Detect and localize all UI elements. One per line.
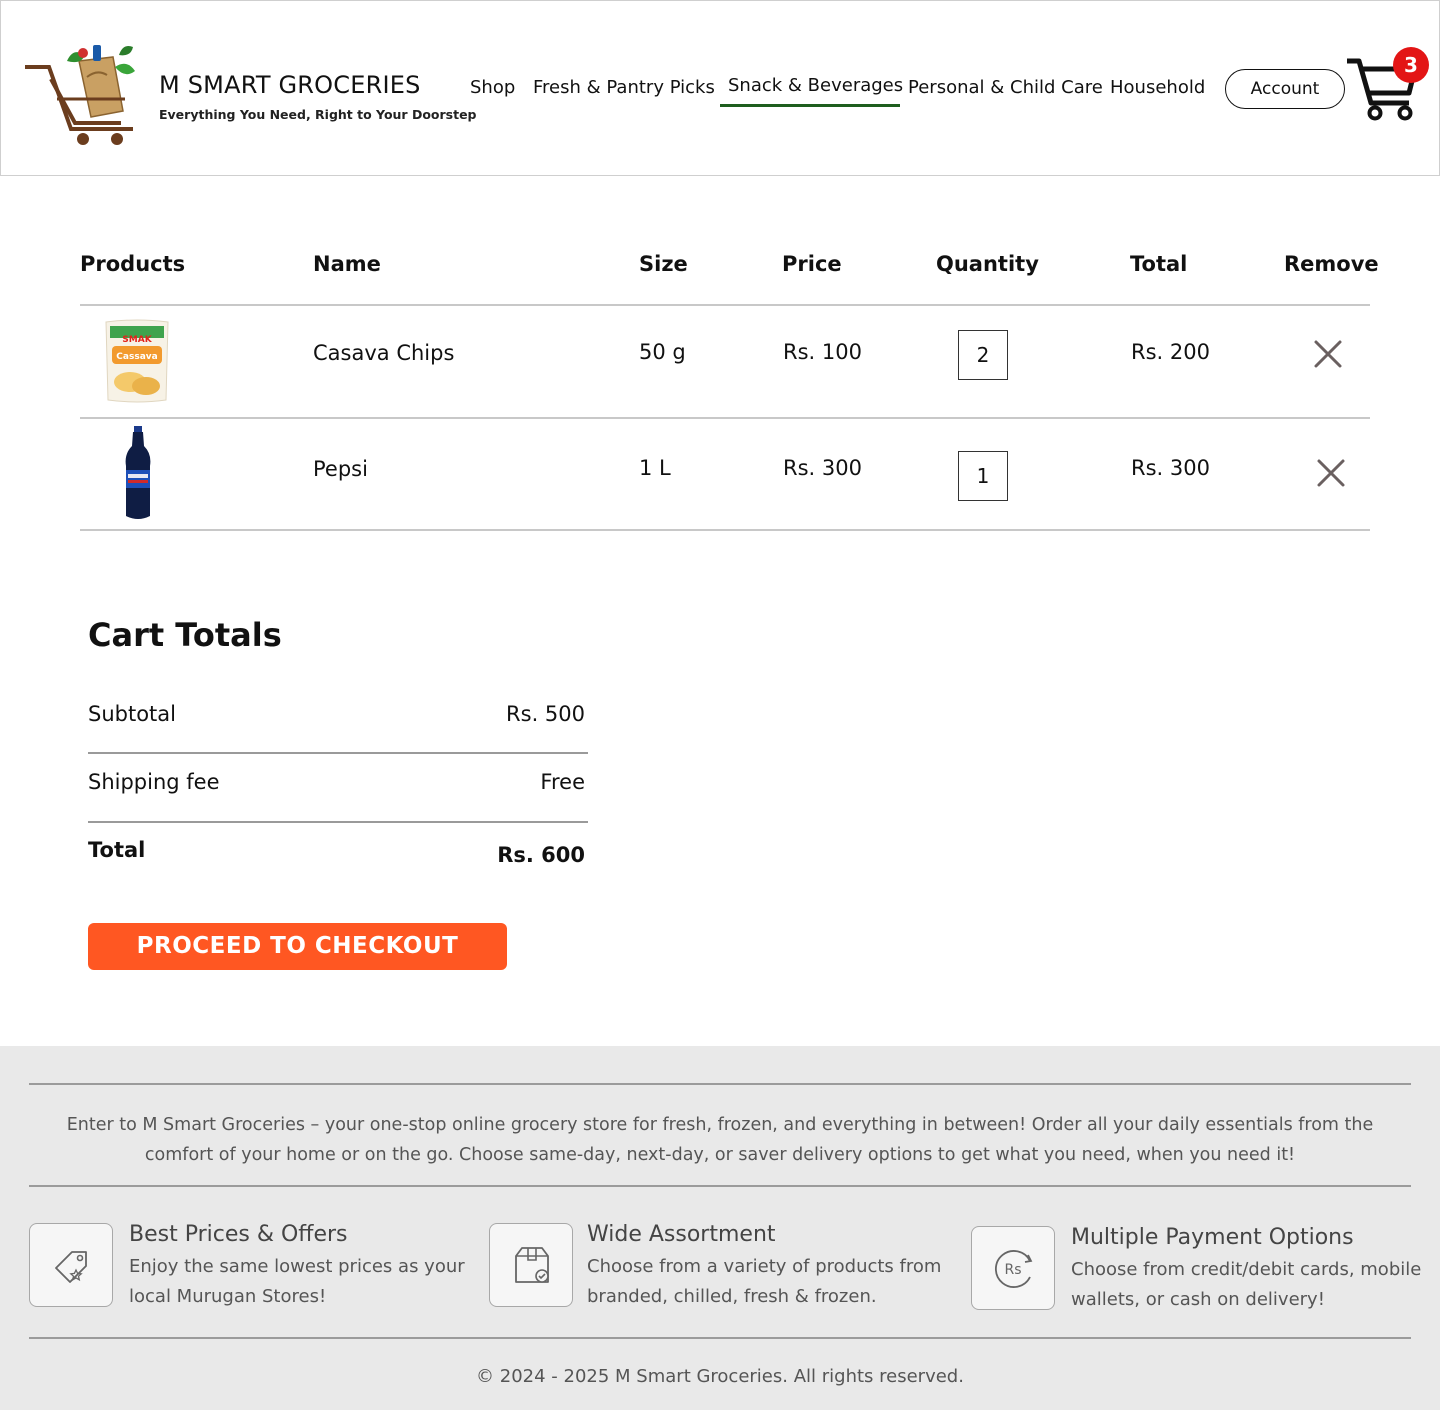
nav-household[interactable]: Household <box>1110 77 1205 98</box>
site-header: M SMART GROCERIES Everything You Need, R… <box>0 0 1440 176</box>
nav-snack-beverages[interactable]: Snack & Beverages <box>728 75 903 96</box>
svg-text:SMAK: SMAK <box>122 335 152 345</box>
subtotal-label: Subtotal <box>88 702 176 726</box>
logo-cart-icon[interactable] <box>21 39 141 147</box>
remove-item-icon[interactable] <box>1312 338 1344 370</box>
table-divider <box>80 529 1370 531</box>
price-tag-icon <box>55 1251 87 1283</box>
rupee-payment-icon: Rs <box>994 1250 1033 1288</box>
total-label: Total <box>88 838 146 862</box>
footer-divider <box>29 1083 1411 1085</box>
footer-about-text: Enter to M Smart Groceries – your one-st… <box>66 1115 1374 1165</box>
totals-divider <box>88 752 588 754</box>
subtotal-value: Rs. 500 <box>506 702 585 726</box>
feature-icon-box <box>489 1223 573 1307</box>
total-value: Rs. 600 <box>497 843 585 867</box>
header-price: Price <box>782 252 842 276</box>
brand-name: M SMART GROCERIES <box>159 71 421 99</box>
header-total: Total <box>1130 252 1188 276</box>
nav-personal-child-care[interactable]: Personal & Child Care <box>908 77 1103 98</box>
shipping-label: Shipping fee <box>88 770 220 794</box>
footer-divider <box>29 1337 1411 1339</box>
product-name: Pepsi <box>313 457 368 481</box>
row-total: Rs. 200 <box>1131 340 1210 364</box>
product-size: 50 g <box>639 340 686 364</box>
quantity-input[interactable] <box>958 330 1008 380</box>
shipping-value: Free <box>540 770 585 794</box>
feature-description: Choose from a variety of products from b… <box>587 1256 942 1307</box>
header-quantity: Quantity <box>936 252 1039 276</box>
feature-description: Enjoy the same lowest prices as your loc… <box>129 1256 465 1307</box>
header-size: Size <box>639 252 688 276</box>
row-total: Rs. 300 <box>1131 456 1210 480</box>
site-footer: Enter to M Smart Groceries – your one-st… <box>0 1046 1440 1410</box>
proceed-to-checkout-button[interactable]: PROCEED TO CHECKOUT <box>88 923 507 970</box>
feature-icon-box <box>29 1223 113 1307</box>
svg-text:Rs: Rs <box>1004 1262 1021 1278</box>
feature-icon-box: Rs <box>971 1226 1055 1310</box>
feature-title: Multiple Payment Options <box>1071 1225 1354 1250</box>
table-divider <box>80 417 1370 419</box>
pepsi-image[interactable] <box>122 426 154 522</box>
header-name: Name <box>313 252 381 276</box>
cart-totals-title: Cart Totals <box>88 616 282 654</box>
totals-divider <box>88 821 588 823</box>
remove-item-icon[interactable] <box>1315 457 1347 489</box>
cart-count-badge: 3 <box>1393 47 1429 83</box>
brand-tagline: Everything You Need, Right to Your Doors… <box>159 107 477 122</box>
svg-text:Cassava: Cassava <box>116 352 157 362</box>
active-nav-underline <box>720 104 900 107</box>
header-products: Products <box>80 252 186 276</box>
casava-chips-image[interactable]: SMAK Cassava <box>104 318 170 404</box>
copyright-text: © 2024 - 2025 M Smart Groceries. All rig… <box>476 1366 964 1387</box>
product-price: Rs. 300 <box>783 456 862 480</box>
table-divider <box>80 304 1370 306</box>
product-price: Rs. 100 <box>783 340 862 364</box>
feature-title: Wide Assortment <box>587 1222 776 1247</box>
feature-title: Best Prices & Offers <box>129 1222 348 1247</box>
feature-description: Choose from credit/debit cards, mobile w… <box>1071 1259 1422 1310</box>
header-remove: Remove <box>1284 252 1379 276</box>
package-icon <box>515 1247 549 1283</box>
footer-divider <box>29 1185 1411 1187</box>
account-button[interactable]: Account <box>1225 69 1345 109</box>
product-size: 1 L <box>639 456 671 480</box>
quantity-input[interactable] <box>958 451 1008 501</box>
nav-shop[interactable]: Shop <box>470 77 515 98</box>
product-name: Casava Chips <box>313 341 455 365</box>
nav-fresh-pantry[interactable]: Fresh & Pantry Picks <box>533 77 715 98</box>
